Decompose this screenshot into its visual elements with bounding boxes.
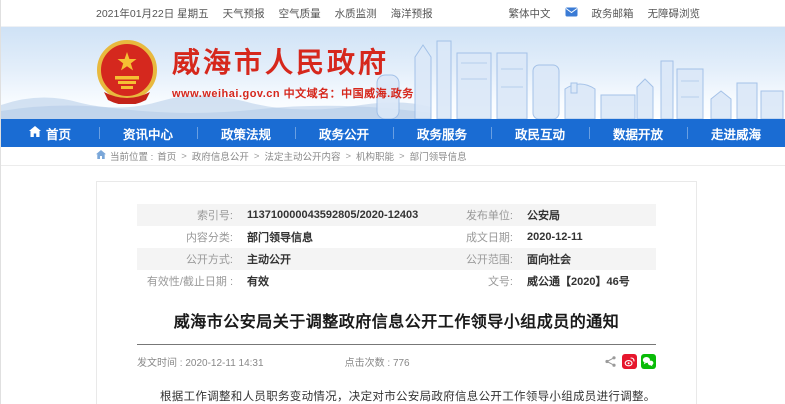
topbar-left-group: 2021年01月22日 星期五 天气预报 空气质量 水质监测 海洋预报 (96, 6, 433, 21)
breadcrumb: 当前位置 : 首页 > 政府信息公开 > 法定主动公开内容 > 机构职能 > 部… (1, 147, 785, 166)
share-icon[interactable] (603, 354, 618, 369)
nav-item-label: 政务公开 (319, 124, 369, 143)
table-row: 公开方式: 主动公开 公开范围: 面向社会 (137, 248, 656, 270)
info-value-disclosure-scope: 面向社会 (527, 251, 656, 267)
article-meta: 发文时间 : 2020-12-11 14:31 点击次数 : 776 (137, 354, 656, 369)
info-label-index-no: 索引号: (137, 207, 247, 223)
top-utility-bar: 2021年01月22日 星期五 天气预报 空气质量 水质监测 海洋预报 繁体中文… (1, 0, 785, 27)
info-label-disclosure-method: 公开方式: (137, 251, 247, 267)
article-body-paragraph: 根据工作调整和人员职务变动情况，决定对市公安局政府信息公开工作领导小组成员进行调… (137, 385, 656, 404)
publish-time-label: 发文时间 : (137, 358, 183, 369)
info-value-category: 部门领导信息 (247, 229, 432, 245)
nav-item-home[interactable]: 首页 (1, 119, 99, 147)
page: 2021年01月22日 星期五 天气预报 空气质量 水质监测 海洋预报 繁体中文… (0, 0, 785, 404)
nav-item-open-data[interactable]: 数据开放 (589, 119, 687, 147)
info-value-disclosure-method: 主动公开 (247, 251, 432, 267)
mail-icon (565, 7, 578, 20)
article-title: 威海市公安局关于调整政府信息公开工作领导小组成员的通知 (137, 308, 656, 332)
click-count: 点击次数 : 776 (345, 354, 553, 369)
document-info-table: 索引号: 113710000043592805/2020-12403 发布单位:… (137, 204, 656, 292)
site-brand: 威海市人民政府 www.weihai.gov.cn 中文域名：中国威海.政务 (96, 40, 414, 109)
table-row: 有效性/截止日期 : 有效 文号: 威公通【2020】46号 (137, 270, 656, 292)
info-label-validity: 有效性/截止日期 : (137, 273, 247, 289)
breadcrumb-separator: > (181, 151, 187, 162)
click-count-label: 点击次数 : (345, 358, 391, 369)
info-label-doc-number: 文号: (432, 273, 527, 289)
current-date: 2021年01月22日 星期五 (96, 6, 209, 21)
publish-time-value: 2020-12-11 14:31 (185, 358, 263, 369)
breadcrumb-item-dept-leaders[interactable]: 部门领导信息 (410, 149, 467, 163)
info-label-category: 内容分类: (137, 229, 247, 245)
info-label-issuing-unit: 发布单位: (432, 207, 527, 223)
info-value-date-written: 2020-12-11 (527, 231, 656, 243)
topbar-link-accessibility[interactable]: 无障碍浏览 (648, 6, 701, 21)
nav-item-about-weihai[interactable]: 走进威海 (687, 119, 785, 147)
article-panel: 索引号: 113710000043592805/2020-12403 发布单位:… (96, 181, 697, 404)
info-value-doc-number: 威公通【2020】46号 (527, 273, 656, 289)
topbar-link-ocean-forecast[interactable]: 海洋预报 (391, 6, 433, 21)
site-url-line: www.weihai.gov.cn 中文域名：中国威海.政务 (172, 85, 414, 101)
breadcrumb-separator: > (254, 151, 260, 162)
topbar-right-group: 繁体中文 政务邮箱 无障碍浏览 (509, 6, 701, 21)
breadcrumb-item-gov-info[interactable]: 政府信息公开 (192, 149, 249, 163)
breadcrumb-item-statutory-disclosure[interactable]: 法定主动公开内容 (264, 149, 340, 163)
info-label-disclosure-scope: 公开范围: (432, 251, 527, 267)
nav-item-gov-info[interactable]: 政务公开 (295, 119, 393, 147)
info-value-validity: 有效 (247, 273, 432, 289)
main-nav: 首页 资讯中心 政策法规 政务公开 政务服务 政民互动 数据开放 走进威海 (1, 119, 785, 147)
nav-item-interaction[interactable]: 政民互动 (491, 119, 589, 147)
topbar-link-traditional-chinese[interactable]: 繁体中文 (509, 6, 551, 21)
nav-item-label: 政民互动 (515, 124, 565, 143)
nav-item-label: 资讯中心 (123, 124, 173, 143)
nav-item-label: 政务服务 (417, 124, 467, 143)
breadcrumb-home-icon (96, 150, 106, 162)
topbar-link-weather[interactable]: 天气预报 (223, 6, 265, 21)
wechat-share-icon[interactable] (641, 354, 656, 369)
breadcrumb-separator: > (345, 151, 351, 162)
topbar-link-gov-mail[interactable]: 政务邮箱 (592, 6, 634, 21)
nav-item-services[interactable]: 政务服务 (393, 119, 491, 147)
breadcrumb-item-functions[interactable]: 机构职能 (356, 149, 394, 163)
topbar-link-air-quality[interactable]: 空气质量 (279, 6, 321, 21)
table-row: 索引号: 113710000043592805/2020-12403 发布单位:… (137, 204, 656, 226)
nav-item-label: 首页 (46, 124, 71, 143)
nav-item-label: 数据开放 (613, 124, 663, 143)
nav-item-news[interactable]: 资讯中心 (99, 119, 197, 147)
site-name[interactable]: 威海市人民政府 (172, 48, 414, 79)
nav-item-policies[interactable]: 政策法规 (197, 119, 295, 147)
info-value-issuing-unit: 公安局 (527, 207, 656, 223)
publish-time: 发文时间 : 2020-12-11 14:31 (137, 354, 345, 369)
title-divider (137, 344, 656, 345)
city-skyline-illustration (375, 39, 785, 119)
click-count-value: 776 (393, 358, 410, 369)
home-icon (29, 126, 41, 140)
breadcrumb-prefix: 当前位置 : (110, 149, 153, 163)
table-row: 内容分类: 部门领导信息 成文日期: 2020-12-11 (137, 226, 656, 248)
weibo-share-icon[interactable] (622, 354, 637, 369)
site-title-block: 威海市人民政府 www.weihai.gov.cn 中文域名：中国威海.政务 (172, 48, 414, 101)
nav-item-label: 政策法规 (221, 124, 271, 143)
topbar-link-water-quality[interactable]: 水质监测 (335, 6, 377, 21)
nav-item-label: 走进威海 (711, 124, 761, 143)
share-buttons (552, 354, 656, 369)
info-value-index-no: 113710000043592805/2020-12403 (247, 209, 432, 221)
breadcrumb-separator: > (399, 151, 405, 162)
site-header-banner: 威海市人民政府 www.weihai.gov.cn 中文域名：中国威海.政务 (1, 27, 785, 119)
info-label-date-written: 成文日期: (432, 229, 527, 245)
breadcrumb-item-home[interactable]: 首页 (157, 149, 176, 163)
national-emblem-logo (96, 40, 158, 109)
